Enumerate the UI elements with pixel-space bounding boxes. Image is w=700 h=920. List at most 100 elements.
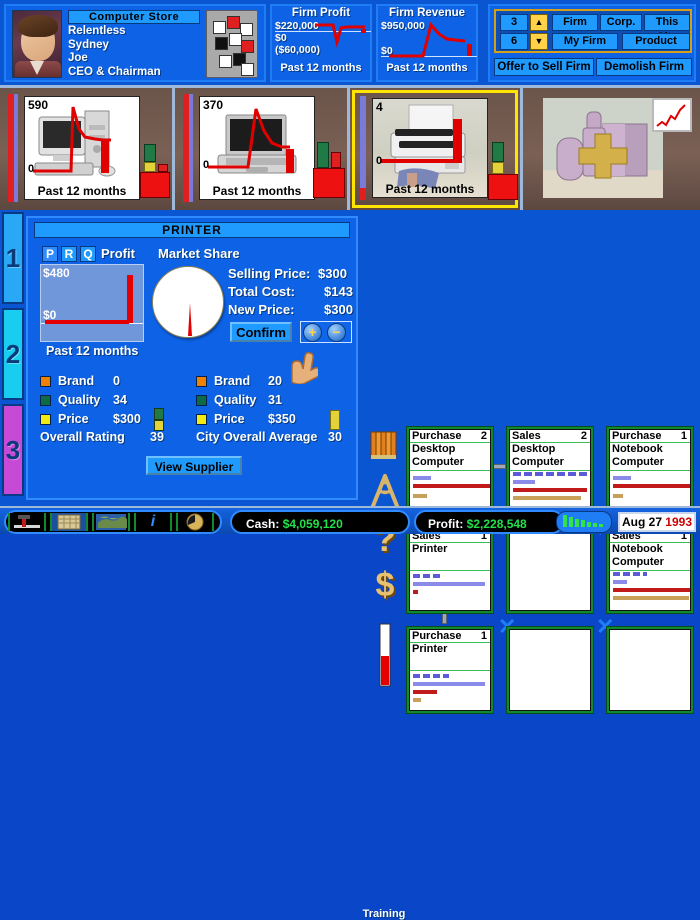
shelf-value: 590 (28, 98, 49, 112)
generic-product-card[interactable] (543, 98, 663, 198)
info-icon[interactable]: i (134, 513, 172, 531)
slot-purchase-notebook[interactable]: Purchase 1 Notebook Computer (606, 426, 694, 514)
triangle-down-icon[interactable]: ▼ (530, 33, 548, 50)
view-control-panel: 3 ▲ Firm Corp. This City 6 ▼ My Firm Pro… (488, 4, 696, 82)
shelf-item-notebook-computer[interactable]: 370 0 Past 12 months (175, 88, 347, 210)
new-price-value: $300 (324, 302, 353, 317)
floor-tab-2[interactable]: 2 (2, 308, 24, 400)
top-status-bar: Computer Store Relentless Sydney Joe CEO… (0, 0, 700, 88)
market-share-pie[interactable] (152, 266, 224, 338)
view-supplier-button[interactable]: View Supplier (146, 456, 242, 475)
shelf-item-desktop-computer[interactable]: 590 0 Past 12 months (0, 88, 172, 210)
tab-revenue[interactable]: R (61, 246, 77, 262)
firm-revenue-line (389, 21, 472, 58)
slot-purchase-desktop[interactable]: Purchase 2 Desktop Computer (406, 426, 494, 514)
slot-empty[interactable] (606, 626, 694, 714)
slot-kind: Sales (512, 430, 541, 442)
product-detail-title: PRINTER (34, 222, 350, 238)
dollar-sign-icon[interactable]: $ (366, 566, 404, 605)
view-control-frame: 3 ▲ Firm Corp. This City 6 ▼ My Firm Pro… (494, 9, 692, 53)
logo-cube (241, 40, 254, 53)
quality-swatch-mine (40, 395, 51, 406)
date-display[interactable]: Aug 27 1993 (618, 512, 696, 532)
plus-icon[interactable]: + (303, 323, 322, 342)
brand-value-city: 20 (268, 374, 282, 388)
slot-card: Purchase 1 Printer (409, 629, 491, 711)
price-swatch-city (196, 414, 207, 425)
world-map-icon[interactable] (92, 513, 130, 531)
thermometer-icon[interactable] (366, 622, 404, 693)
profit-display: Profit: $2,228,548 (414, 510, 564, 534)
rating-bar-city (330, 410, 340, 430)
spinner-value-bottom[interactable]: 6 (500, 33, 528, 50)
books-icon[interactable] (366, 428, 404, 467)
firm-revenue-footer: Past 12 months (386, 62, 468, 74)
spinner-value-top[interactable]: 3 (500, 14, 528, 31)
slot-sales-printer[interactable]: Sales 1 Printer (406, 526, 494, 614)
cash-label: Cash: (246, 517, 280, 531)
floor-tab-1[interactable]: 1 (2, 212, 24, 304)
view-product-button[interactable]: Product (622, 33, 690, 50)
company-cube-logo (206, 10, 258, 78)
view-this-city-button[interactable]: This City (644, 14, 690, 43)
firm-revenue-title: Firm Revenue (388, 7, 466, 19)
slot-sales-desktop[interactable]: Sales 2 Desktop Computer (506, 426, 594, 514)
shelf-footer: Past 12 months (385, 182, 475, 196)
executive-portrait[interactable] (12, 10, 62, 78)
cash-display: Cash: $4,059,120 (230, 510, 410, 534)
demolish-firm-button[interactable]: Demolish Firm (596, 58, 692, 76)
tab-quantity[interactable]: Q (80, 246, 96, 262)
view-my-firm-button[interactable]: My Firm (552, 33, 618, 50)
slot-header: Purchase 1 (610, 430, 690, 443)
shelf-item-printer[interactable]: 4 0 Past 12 months (350, 88, 520, 210)
cash-value: $4,059,120 (282, 517, 343, 531)
firm-revenue-chart: $950,000 $0 (381, 20, 477, 62)
shelf-item-generic-products[interactable] (523, 88, 700, 210)
slot-header: Purchase 2 (410, 430, 490, 443)
market-share-slice (188, 303, 192, 336)
triangle-up-icon[interactable]: ▲ (530, 14, 548, 31)
store-title[interactable]: Computer Store (68, 10, 200, 24)
slot-card: Sales 1 Notebook Computer (609, 529, 691, 611)
floor-tab-3[interactable]: 3 (2, 404, 24, 496)
confirm-button[interactable]: Confirm (230, 322, 292, 342)
firm-profit-panel[interactable]: Firm Profit $220,000 $0 ($60,000) Past 1… (270, 4, 372, 82)
game-window: Computer Store Relentless Sydney Joe CEO… (0, 0, 700, 920)
clock-icon[interactable] (176, 513, 214, 531)
minus-icon[interactable]: − (327, 323, 346, 342)
view-firm-button[interactable]: Firm (552, 14, 598, 31)
floor-tabs: 1 2 3 (2, 212, 24, 504)
slot-sales-notebook[interactable]: Sales 1 Notebook Computer (606, 526, 694, 614)
profit-chart-footer: Past 12 months (46, 344, 139, 358)
shelf-chart-card[interactable]: 590 0 Past 12 months (24, 96, 140, 200)
slot-header: Purchase 1 (410, 630, 490, 643)
product-shelf: 590 0 Past 12 months 370 0 Past 12 month… (0, 88, 700, 210)
slot-line: Computer (612, 455, 664, 468)
market-share-label: Market Share (158, 246, 240, 261)
product-profit-chart[interactable]: $480 $0 (40, 264, 144, 342)
shelf-chart-card[interactable]: 4 0 Past 12 months (372, 98, 488, 198)
hammer-tool-icon[interactable] (8, 513, 46, 531)
view-corp-button[interactable]: Corp. (600, 14, 642, 31)
map-grid-icon[interactable] (50, 513, 88, 531)
slot-card (509, 529, 591, 611)
executive-panel[interactable]: Computer Store Relentless Sydney Joe CEO… (4, 4, 266, 82)
shelf-zero: 0 (203, 159, 210, 171)
overall-rating-value-mine: 39 (150, 430, 164, 444)
profit-chart-line (45, 275, 133, 324)
offer-to-sell-firm-button[interactable]: Offer to Sell Firm (494, 58, 594, 76)
slot-purchase-printer[interactable]: Purchase 1 Printer (406, 626, 494, 714)
profit-label: Profit (101, 246, 135, 261)
firm-revenue-panel[interactable]: Firm Revenue $950,000 $0 Past 12 months (376, 4, 478, 82)
profit-label-value: Profit: $2,228,548 (428, 512, 527, 536)
slot-connector (492, 464, 506, 469)
tab-profit[interactable]: P (42, 246, 58, 262)
logo-cube (227, 16, 240, 29)
slot-empty[interactable] (506, 526, 594, 614)
date-year: 1993 (665, 515, 692, 529)
profit-value: $2,228,548 (466, 517, 527, 531)
market-chart-icon[interactable] (652, 98, 692, 132)
speed-meter-icon[interactable] (556, 511, 612, 533)
slot-empty[interactable] (506, 626, 594, 714)
shelf-chart-card[interactable]: 370 0 Past 12 months (199, 96, 315, 200)
